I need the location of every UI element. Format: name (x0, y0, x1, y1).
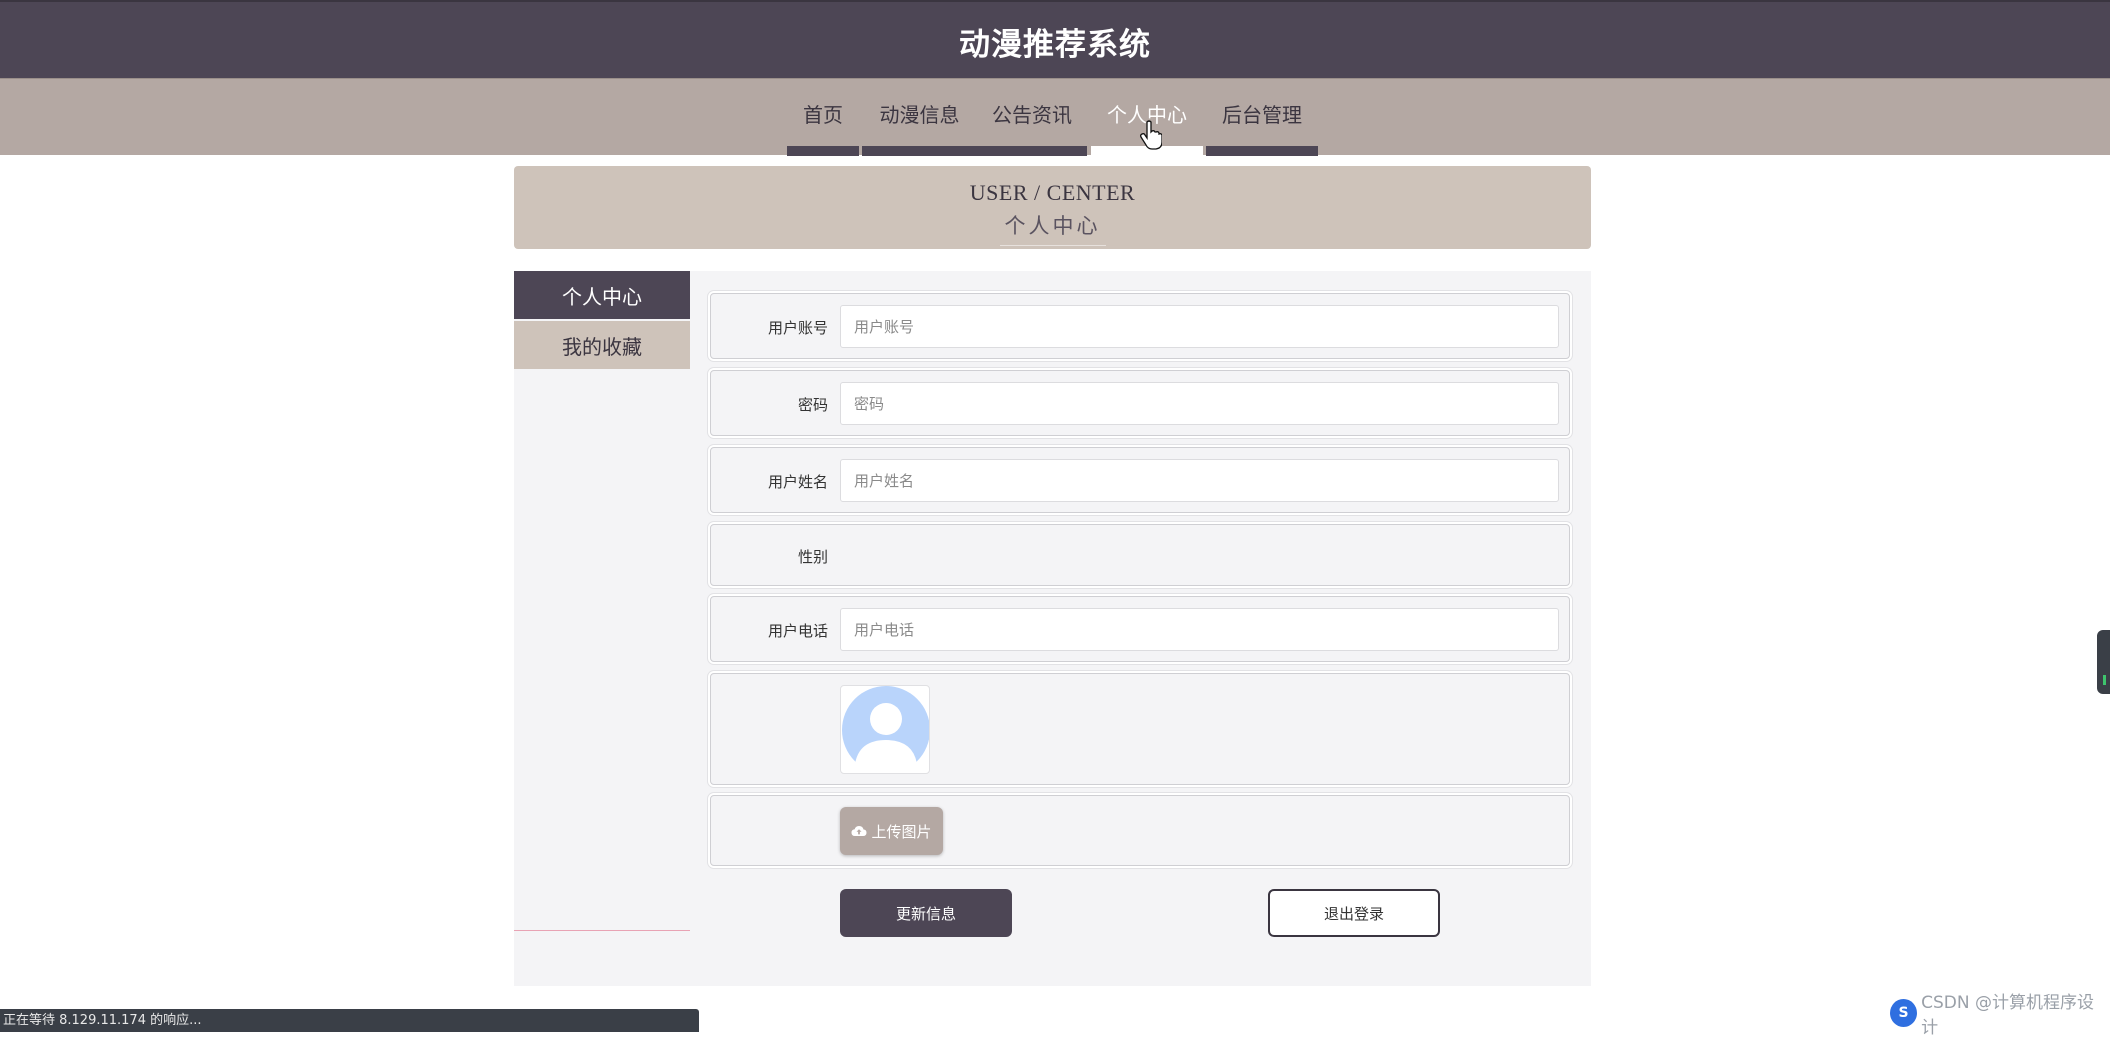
nav-underline (1206, 146, 1318, 156)
nav-item-label: 后台管理 (1222, 103, 1302, 127)
banner-title-en: USER / CENTER (969, 180, 1136, 205)
csdn-watermark: S CSDN @计算机程序设计 (1890, 993, 2105, 1038)
nav-item-announcements[interactable]: 公告资讯 (976, 79, 1088, 156)
logout-button[interactable]: 退出登录 (1268, 889, 1440, 937)
account-label: 用户账号 (767, 319, 828, 337)
site-title: 动漫推荐系统 (959, 26, 1151, 63)
nav-item-admin[interactable]: 后台管理 (1206, 79, 1318, 156)
cloud-upload-icon (851, 826, 867, 836)
form-row-name: 用户姓名 (710, 447, 1570, 513)
hand-cursor-icon (1140, 120, 1162, 150)
upload-image-button[interactable]: 上传图片 (840, 807, 943, 855)
banner-title-cn: 个人中心 (1004, 214, 1101, 238)
form-row-upload: 上传图片 (710, 795, 1570, 866)
browser-status-bar: 正在等待 8.129.11.174 的响应... (0, 1009, 699, 1032)
form-row-phone: 用户电话 (710, 596, 1570, 662)
form-row-gender: 性别 (710, 524, 1570, 586)
avatar (840, 685, 930, 774)
password-label: 密码 (797, 396, 828, 414)
update-info-button[interactable]: 更新信息 (840, 889, 1012, 937)
banner-divider (1000, 245, 1106, 246)
csdn-logo-icon: S (1890, 999, 1918, 1027)
nav-item-home[interactable]: 首页 (787, 79, 859, 156)
password-input[interactable] (840, 382, 1559, 425)
form-row-password: 密码 (710, 370, 1570, 436)
sidebar-item-user-center[interactable]: 个人中心 (514, 271, 690, 319)
upload-button-label: 上传图片 (871, 822, 932, 841)
name-label: 用户姓名 (767, 473, 828, 491)
phone-label: 用户电话 (767, 622, 828, 640)
form-row-account: 用户账号 (710, 293, 1570, 359)
page-banner: USER / CENTER 个人中心 (514, 166, 1591, 249)
account-input[interactable] (840, 305, 1559, 348)
gender-label: 性别 (797, 548, 828, 566)
watermark-text: CSDN @计算机程序设计 (1921, 993, 2094, 1038)
name-input[interactable] (840, 459, 1559, 502)
site-header: 动漫推荐系统 (0, 0, 2110, 78)
default-avatar-icon (842, 686, 929, 773)
side-drawer-handle[interactable] (2097, 630, 2110, 694)
nav-item-label: 首页 (803, 103, 843, 127)
nav-item-label: 公告资讯 (992, 103, 1072, 127)
nav-underline (787, 146, 859, 156)
form-row-avatar (710, 673, 1570, 785)
nav-item-label: 动漫信息 (879, 103, 960, 127)
main-nav: 首页 动漫信息 公告资讯 个人中心 后台管理 (0, 78, 2110, 156)
sidebar: 个人中心 我的收藏 (514, 271, 690, 931)
phone-input[interactable] (840, 608, 1559, 651)
sidebar-item-favorites[interactable]: 我的收藏 (514, 321, 690, 369)
